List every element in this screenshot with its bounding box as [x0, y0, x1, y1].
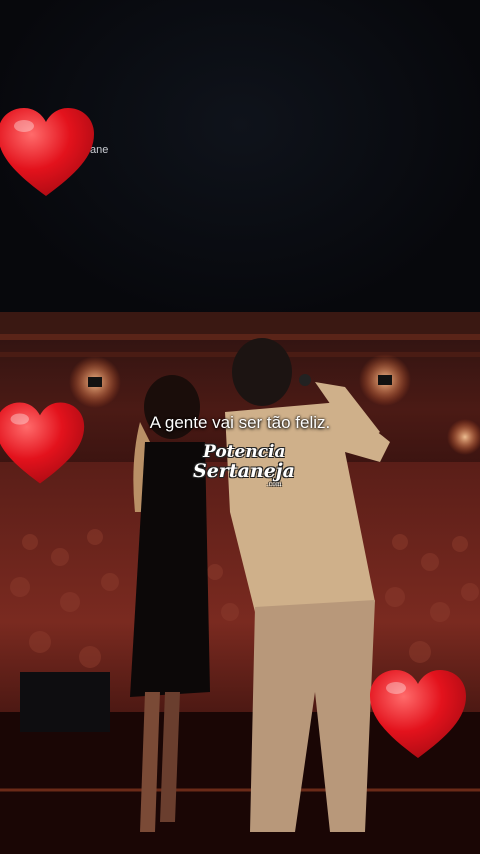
watermark-line-2: Sertaneja	[193, 460, 295, 482]
video-frame[interactable]	[0, 312, 480, 854]
watermark-domain: .com	[267, 481, 282, 488]
heart-icon	[0, 402, 85, 484]
heart-icon	[0, 108, 94, 196]
watermark-line-1: Potencia	[203, 442, 286, 462]
concert-scene	[0, 312, 480, 854]
watermark-logo: Potencia Sertaneja .com	[185, 444, 295, 492]
ceiling	[0, 312, 480, 334]
stage-monitor	[20, 672, 110, 732]
heart-icon	[370, 670, 466, 758]
